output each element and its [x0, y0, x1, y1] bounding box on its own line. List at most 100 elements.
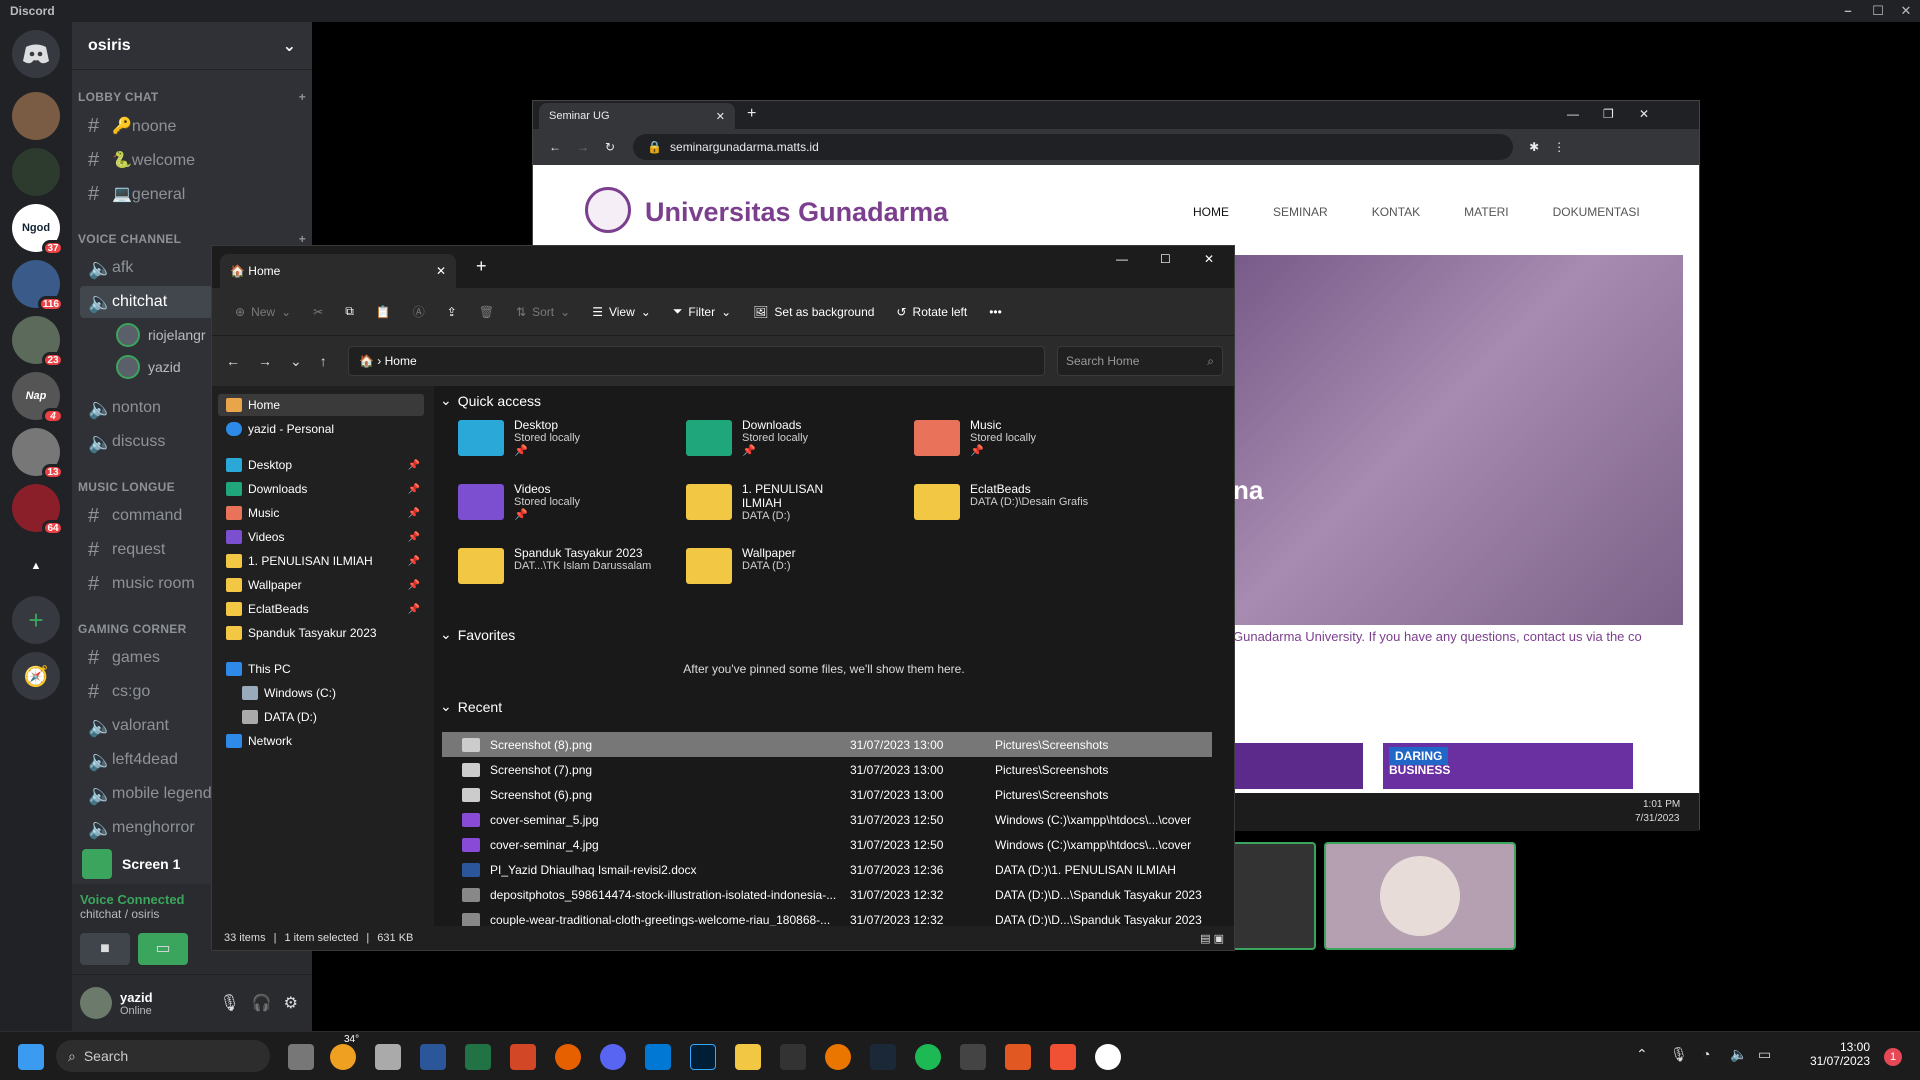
clock[interactable]: 13:00 31/07/2023: [1800, 1040, 1870, 1068]
server-icon[interactable]: 23: [12, 316, 64, 368]
recent-file-row[interactable]: Screenshot (8).png 31/07/2023 13:00 Pictur…: [442, 732, 1212, 757]
channel-general[interactable]: # 💻general: [80, 178, 304, 210]
share-screen-button[interactable]: ▭: [138, 933, 188, 965]
quick-item[interactable]: Wallpaper DATA (D:): [686, 546, 866, 594]
address-bar[interactable]: 🔒 seminargunadarma.matts.id: [633, 134, 1514, 160]
powerpoint-icon[interactable]: [510, 1044, 536, 1070]
nav-drive-c[interactable]: Windows (C:): [242, 682, 442, 704]
server-icon[interactable]: Ngod 37: [12, 204, 64, 256]
nav-folder[interactable]: Wallpaper 📌: [226, 574, 426, 596]
nav-materi[interactable]: MATERI: [1464, 205, 1508, 219]
start-icon[interactable]: [18, 1044, 44, 1070]
delete-icon[interactable]: 🗑: [470, 296, 503, 328]
minimize-icon[interactable]: —: [1567, 107, 1579, 121]
nav-drive-d[interactable]: DATA (D:): [242, 706, 442, 728]
wifi-icon[interactable]: ◔: [1702, 1046, 1710, 1062]
steam-icon[interactable]: [870, 1044, 896, 1070]
recent-file-row[interactable]: Screenshot (6).png 31/07/2023 13:00 Pictur…: [442, 782, 1212, 807]
quick-item[interactable]: Spanduk Tasyakur 2023 DAT...\TK Islam Dar…: [458, 546, 678, 594]
quick-item[interactable]: Downloads Stored locally 📌: [686, 418, 866, 466]
add-server-icon[interactable]: +: [12, 596, 60, 644]
chevron-up-icon[interactable]: ⌃: [1636, 1046, 1648, 1063]
back-icon[interactable]: ←: [226, 353, 240, 369]
nav-folder[interactable]: Spanduk Tasyakur 2023: [226, 622, 426, 644]
explorer-tab[interactable]: 🏠 Home ✕: [220, 254, 456, 288]
close-icon[interactable]: ✕: [1639, 107, 1649, 121]
search-input[interactable]: Search Home ⌕: [1057, 346, 1223, 376]
forward-icon[interactable]: →: [258, 353, 272, 369]
nav-music[interactable]: Music 📌: [226, 502, 426, 524]
blender-icon[interactable]: [825, 1044, 851, 1070]
restore-icon[interactable]: ❐: [1603, 107, 1614, 121]
category-voice[interactable]: VOICE CHANNEL +: [78, 232, 306, 246]
app-icon[interactable]: [1095, 1044, 1121, 1070]
close-icon[interactable]: ✕: [1894, 0, 1918, 22]
favorites-header[interactable]: ⌄ Favorites: [440, 626, 515, 643]
video-tile[interactable]: [1324, 842, 1516, 950]
terminal-icon[interactable]: [960, 1044, 986, 1070]
explore-icon[interactable]: 🧭: [12, 652, 60, 700]
copy-icon[interactable]: ⧉: [336, 296, 363, 328]
close-tab-icon[interactable]: ✕: [716, 110, 725, 123]
channel-welcome[interactable]: # 🐍welcome: [80, 144, 304, 176]
recent-file-row[interactable]: PI_Yazid Dhiaulhaq Ismail-revisi2.docx 31…: [442, 857, 1212, 882]
more-button[interactable]: •••: [980, 296, 1011, 328]
seminar-card[interactable]: DARING BUSINESS: [1383, 743, 1633, 789]
nav-dokumentasi[interactable]: DOKUMENTASI: [1553, 205, 1640, 219]
weather-icon[interactable]: 34°: [330, 1034, 359, 1070]
gear-icon[interactable]: ⚙: [284, 993, 298, 1013]
video-tile[interactable]: [1232, 842, 1316, 950]
quick-item[interactable]: Desktop Stored locally 📌: [458, 418, 638, 466]
close-tab-icon[interactable]: ✕: [436, 264, 446, 278]
search-box[interactable]: ⌕ Search: [56, 1040, 270, 1072]
nav-desktop[interactable]: Desktop 📌: [226, 454, 426, 476]
cut-icon[interactable]: ✂: [304, 296, 332, 328]
rotate-left-button[interactable]: ↺ Rotate left: [887, 296, 976, 328]
menu-icon[interactable]: ⋮: [1553, 140, 1565, 154]
nav-folder[interactable]: 1. PENULISAN ILMIAH 📌: [226, 550, 426, 572]
file-explorer-icon[interactable]: [735, 1044, 761, 1070]
new-tab-icon[interactable]: +: [747, 105, 756, 123]
category-lobby[interactable]: LOBBY CHAT +: [78, 90, 306, 104]
filter-button[interactable]: ⏷ Filter ⌄: [664, 296, 740, 328]
view-button[interactable]: ☰ View ⌄: [583, 296, 660, 328]
server-icon[interactable]: Nap 4: [12, 372, 64, 424]
browser-tab[interactable]: Seminar UG ✕: [539, 103, 735, 129]
new-tab-icon[interactable]: +: [476, 256, 487, 277]
details-view-icon[interactable]: ▤ ▣: [1200, 932, 1224, 945]
channel-noone[interactable]: # 🔑noone: [80, 110, 304, 142]
nav-network[interactable]: Network: [226, 730, 426, 752]
paste-icon[interactable]: 📋: [367, 296, 400, 328]
server-header[interactable]: osiris ⌄: [72, 22, 312, 70]
volume-icon[interactable]: 🔈: [1730, 1046, 1747, 1063]
up-icon[interactable]: ↑: [320, 353, 327, 369]
task-view-icon[interactable]: [288, 1044, 314, 1070]
address-bar[interactable]: 🏠 › Home: [348, 346, 1045, 376]
quick-item[interactable]: Videos Stored locally 📌: [458, 482, 638, 530]
server-icon[interactable]: 64: [12, 484, 64, 536]
recent-locations-icon[interactable]: ⌄: [290, 353, 302, 370]
nav-videos[interactable]: Videos 📌: [226, 526, 426, 548]
new-button[interactable]: ⊕ New ⌄: [226, 296, 300, 328]
headphones-icon[interactable]: 🎧: [252, 993, 272, 1013]
back-icon[interactable]: ←: [549, 140, 561, 154]
app-icon[interactable]: [780, 1044, 806, 1070]
minimize-icon[interactable]: —: [1116, 252, 1128, 266]
voice-user[interactable]: yazid: [116, 354, 181, 380]
discord-icon[interactable]: [600, 1044, 626, 1070]
nav-kontak[interactable]: KONTAK: [1372, 205, 1420, 219]
server-icon[interactable]: 116: [12, 260, 64, 312]
spotify-icon[interactable]: [915, 1044, 941, 1070]
xampp-icon[interactable]: [1005, 1044, 1031, 1070]
microphone-icon[interactable]: 🎙: [1670, 1046, 1688, 1063]
nav-folder[interactable]: EclatBeads 📌: [226, 598, 426, 620]
nav-this-pc[interactable]: This PC: [226, 658, 426, 680]
firefox-icon[interactable]: [555, 1044, 581, 1070]
voice-user[interactable]: riojelangr: [116, 322, 206, 348]
photoshop-icon[interactable]: [690, 1044, 716, 1070]
nav-home[interactable]: HOME: [1193, 205, 1229, 219]
set-background-button[interactable]: 🖼 Set as background: [744, 296, 883, 328]
avatar[interactable]: [80, 987, 112, 1019]
word-icon[interactable]: [420, 1044, 446, 1070]
quick-access-header[interactable]: ⌄ Quick access: [440, 392, 541, 409]
